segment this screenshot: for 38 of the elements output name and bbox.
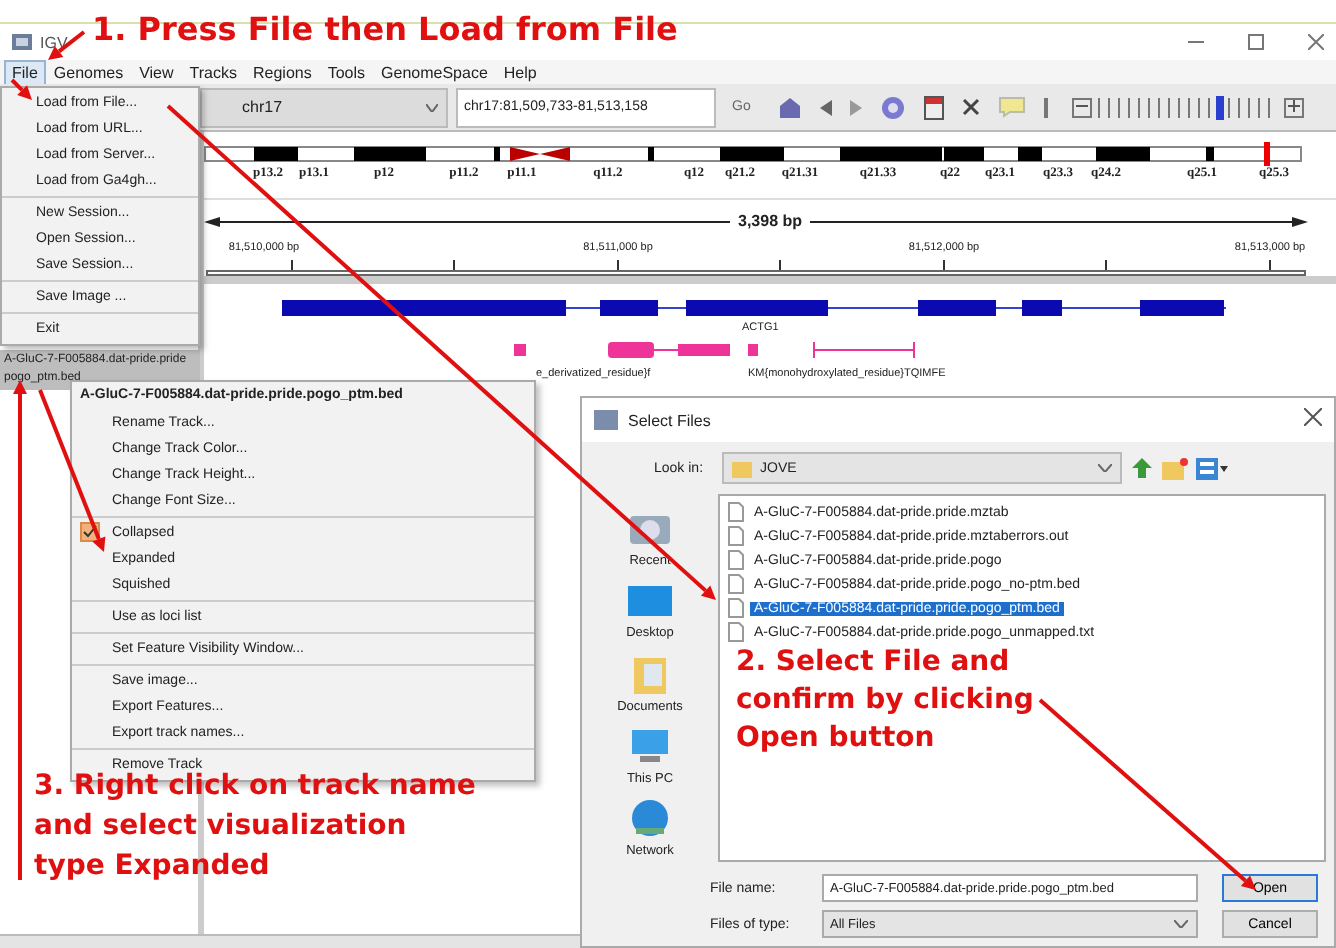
ruler-panel-icon[interactable] [924, 95, 945, 119]
view-menu-icon[interactable] [1196, 457, 1228, 479]
instruction-text: 2. Select File and confirm by clicking Open button [736, 644, 1034, 758]
menu-item[interactable]: Help [495, 59, 545, 85]
caret-icon [1098, 464, 1112, 472]
zoom-out-button[interactable] [1072, 97, 1093, 117]
chromosome-dropdown[interactable]: chr17 [200, 87, 448, 127]
up-arrow-icon[interactable] [1130, 456, 1154, 480]
home-icon[interactable] [778, 96, 803, 118]
refresh-icon[interactable] [880, 95, 907, 119]
zoom-slider-thumb[interactable] [1215, 95, 1224, 119]
folder-icon [732, 459, 752, 477]
window-title: IGV [40, 33, 68, 51]
dialog-title: Select Files [628, 411, 711, 429]
menu-item[interactable]: Genomes [45, 59, 132, 85]
menu-item[interactable]: Regions [244, 59, 320, 85]
arrow [10, 78, 32, 100]
app-icon [594, 410, 618, 430]
minus-icon [1076, 99, 1089, 111]
span-length: 3,398 bp [730, 212, 810, 230]
instruction-text: 3. Right click on track name and select visualization type Expanded [34, 769, 476, 886]
new-folder-icon[interactable] [1162, 457, 1188, 479]
back-icon[interactable] [820, 99, 833, 115]
menu-item[interactable]: GenomeSpace [373, 59, 496, 85]
cross-icon[interactable] [962, 98, 981, 116]
instruction-text: 1. Press File then Load from File [92, 10, 678, 50]
plus-icon [1288, 99, 1301, 111]
menu-item[interactable]: View [131, 59, 182, 85]
caret-icon [1174, 920, 1188, 928]
zoom-in-button[interactable] [1284, 97, 1305, 117]
app-icon [12, 34, 32, 50]
close-icon[interactable] [1308, 34, 1324, 50]
menu-item[interactable]: Tools [319, 59, 374, 85]
menu-item[interactable]: Tracks [181, 59, 245, 85]
close-icon[interactable] [1304, 408, 1322, 432]
caret-icon [426, 103, 438, 111]
menu-item[interactable]: File [4, 59, 46, 85]
maximize-icon[interactable] [1248, 34, 1264, 50]
